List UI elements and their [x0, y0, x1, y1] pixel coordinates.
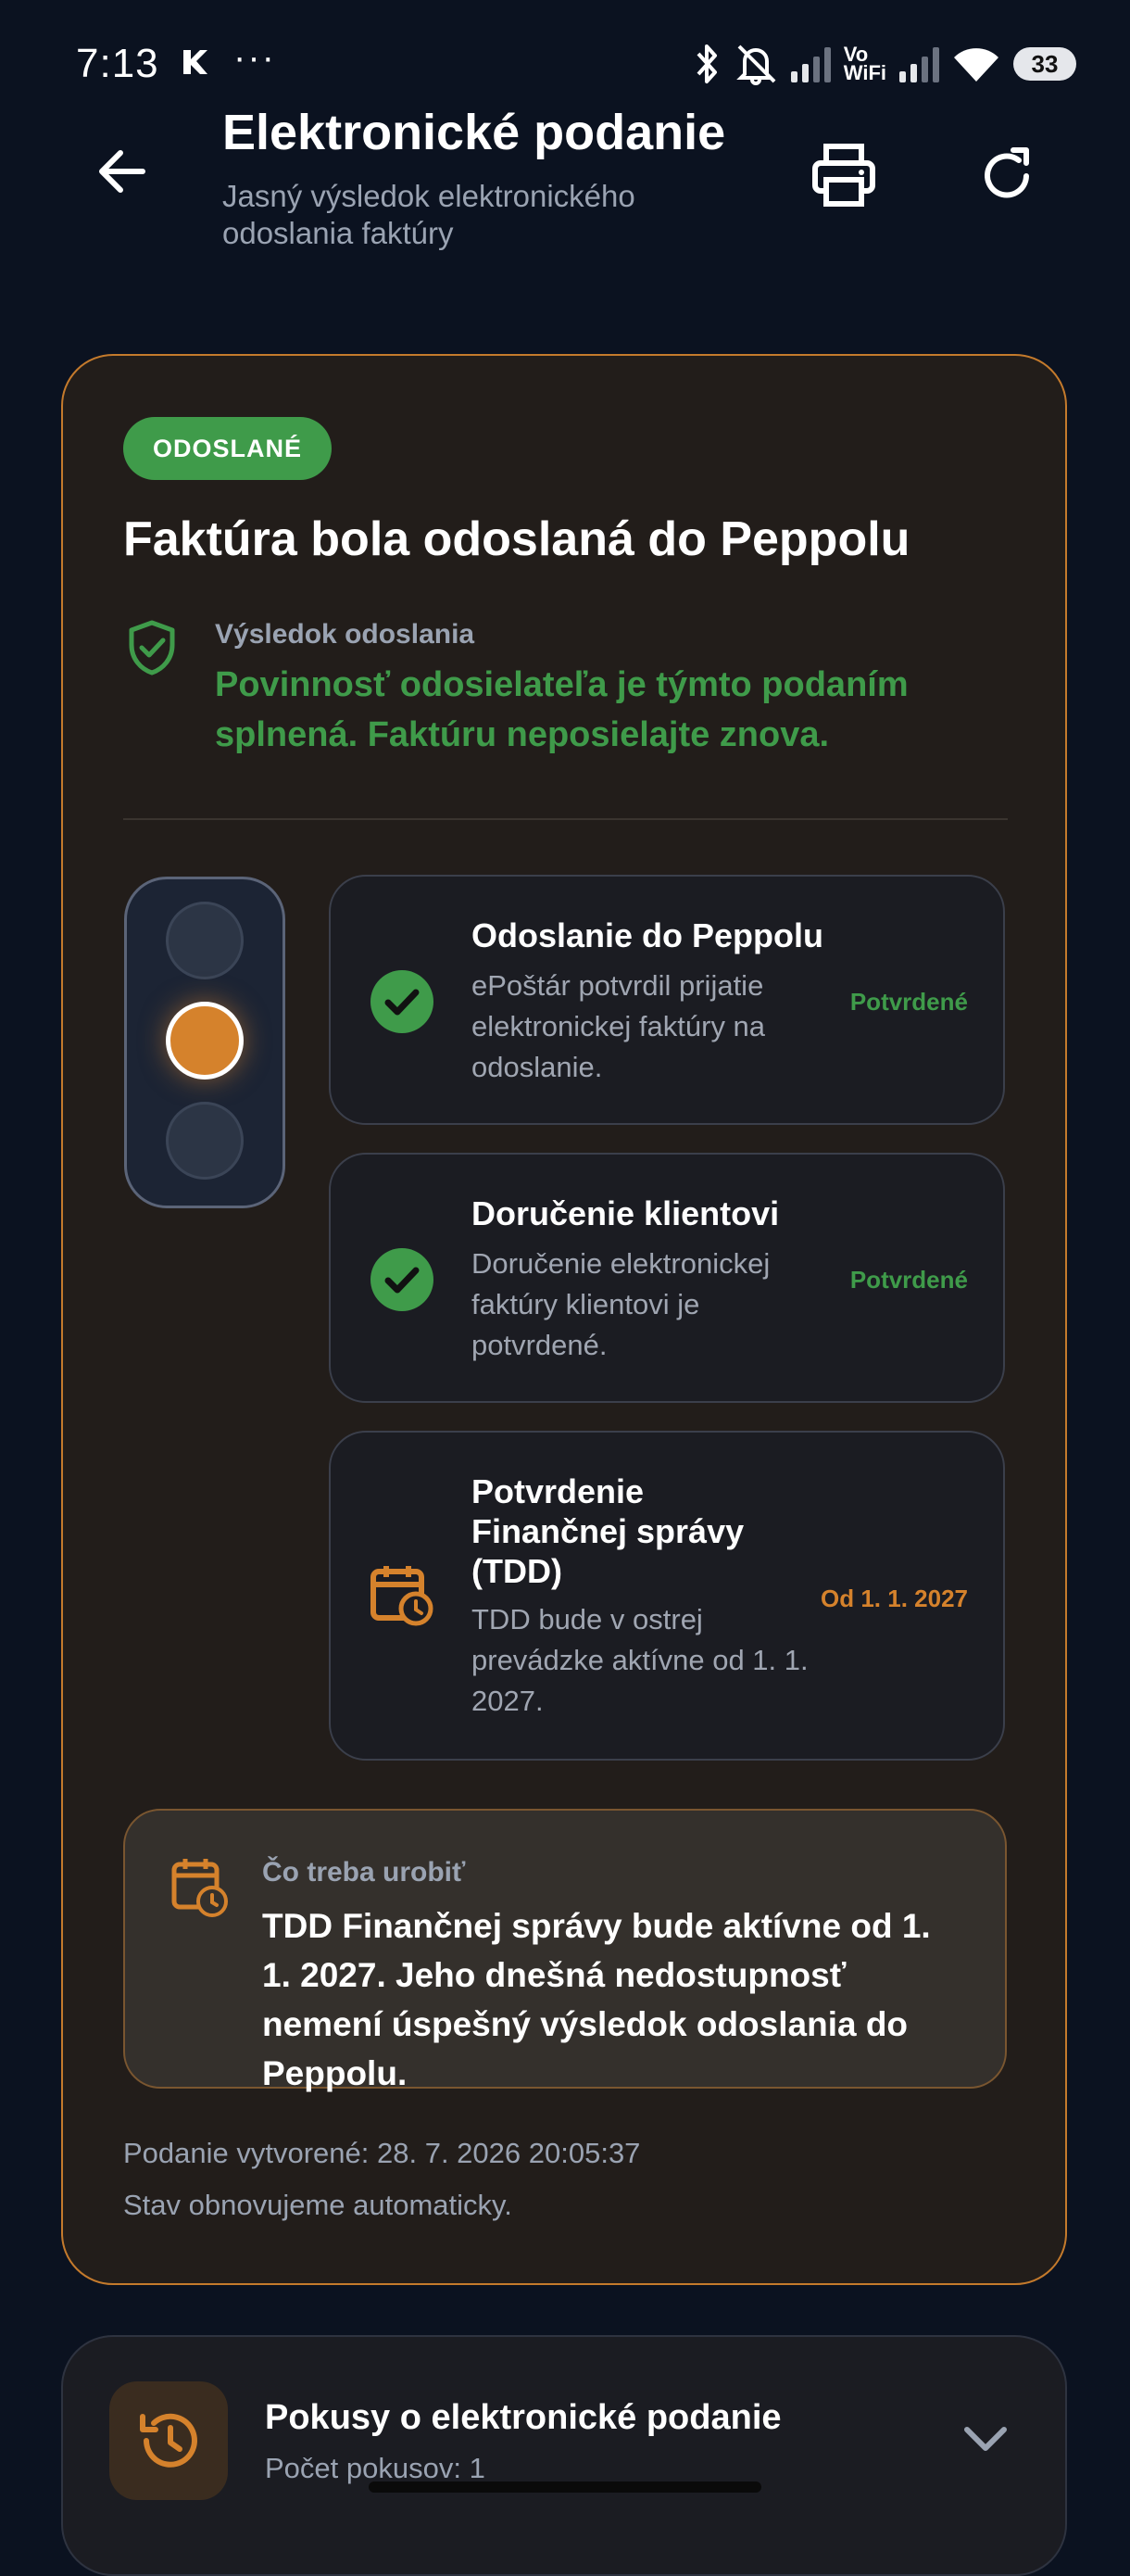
step-title: Potvrdenie Finančnej správy (TDD) [471, 1472, 745, 1590]
step-title: Odoslanie do Peppolu [471, 916, 824, 954]
traffic-light [124, 877, 285, 1208]
wifi-icon [954, 48, 998, 82]
status-time: 7:13 [76, 41, 159, 86]
todo-label: Čo treba urobiť [262, 1857, 466, 1888]
page-subtitle: Jasný výsledok elektronického odoslania … [222, 179, 635, 250]
step-card-peppol: Odoslanie do Peppolu ePoštár potvrdil pr… [329, 875, 1005, 1125]
status-icons: Vo WiFi 33 [693, 41, 1076, 87]
chevron-down-icon[interactable] [960, 2420, 1011, 2457]
result-title: Faktúra bola odoslaná do Peppolu [123, 512, 910, 566]
history-icon [140, 2413, 197, 2468]
step-status: Potvrdené [849, 1266, 968, 1294]
calendar-clock-icon [370, 1566, 433, 1626]
todo-box: Čo treba urobiť TDD Finančnej správy bud… [123, 1809, 1007, 2092]
step-title: Doručenie klientovi [471, 1194, 780, 1232]
vowifi-bottom: WiFi [843, 61, 886, 84]
step-card-tdd: Potvrdenie Finančnej správy (TDD) TDD bu… [329, 1431, 1005, 1761]
signal-icon [790, 45, 831, 82]
traffic-lamp-1 [166, 902, 244, 979]
refresh-icon[interactable] [974, 143, 1039, 208]
calendar-clock-icon [171, 1859, 228, 1917]
status-badge: ODOSLANÉ [123, 417, 333, 480]
result-label: Výsledok odoslania [215, 619, 475, 650]
printer-icon[interactable] [810, 141, 878, 209]
vowifi-label: Vo WiFi [843, 44, 886, 84]
signal-icon-2 [899, 45, 939, 82]
step-description: ePoštár potvrdil prijatie elektronickej … [471, 969, 766, 1083]
check-circle-icon [370, 970, 433, 1033]
step-card-delivery: Doručenie klientovi Doručenie elektronic… [329, 1153, 1005, 1403]
shield-check-icon [129, 620, 175, 676]
divider [123, 818, 1008, 820]
todo-text: TDD Finančnej správy bude aktívne od 1. … [262, 1907, 931, 2092]
k-app-icon [183, 50, 207, 74]
traffic-lamp-3 [166, 1102, 244, 1180]
page-title: Elektronické podanie [222, 105, 726, 160]
attempts-title: Pokusy o elektronické podanie [265, 2398, 782, 2437]
battery-icon: 33 [1013, 47, 1076, 81]
step-status: Potvrdené [849, 988, 968, 1016]
step-description: Doručenie elektronickej faktúry klientov… [471, 1247, 771, 1361]
step-description: TDD bude v ostrej prevádzke aktívne od 1… [471, 1603, 809, 1717]
check-circle-icon [370, 1248, 433, 1311]
mute-icon [735, 44, 776, 85]
more-notifications-icon: ··· [233, 37, 276, 78]
auto-refresh-note: Stav obnovujeme automaticky. [123, 2189, 512, 2221]
created-timestamp: Podanie vytvorené: 28. 7. 2026 20:05:37 [123, 2137, 641, 2169]
home-indicator[interactable] [369, 2481, 761, 2493]
back-arrow-icon[interactable] [91, 139, 156, 204]
traffic-lamp-2 [166, 1002, 244, 1080]
bluetooth-icon [697, 44, 717, 83]
attempts-count: Počet pokusov: 1 [265, 2452, 485, 2484]
step-status: Od 1. 1. 2027 [821, 1585, 968, 1612]
result-text: Povinnosť odosielateľa je týmto podaním … [215, 665, 909, 754]
